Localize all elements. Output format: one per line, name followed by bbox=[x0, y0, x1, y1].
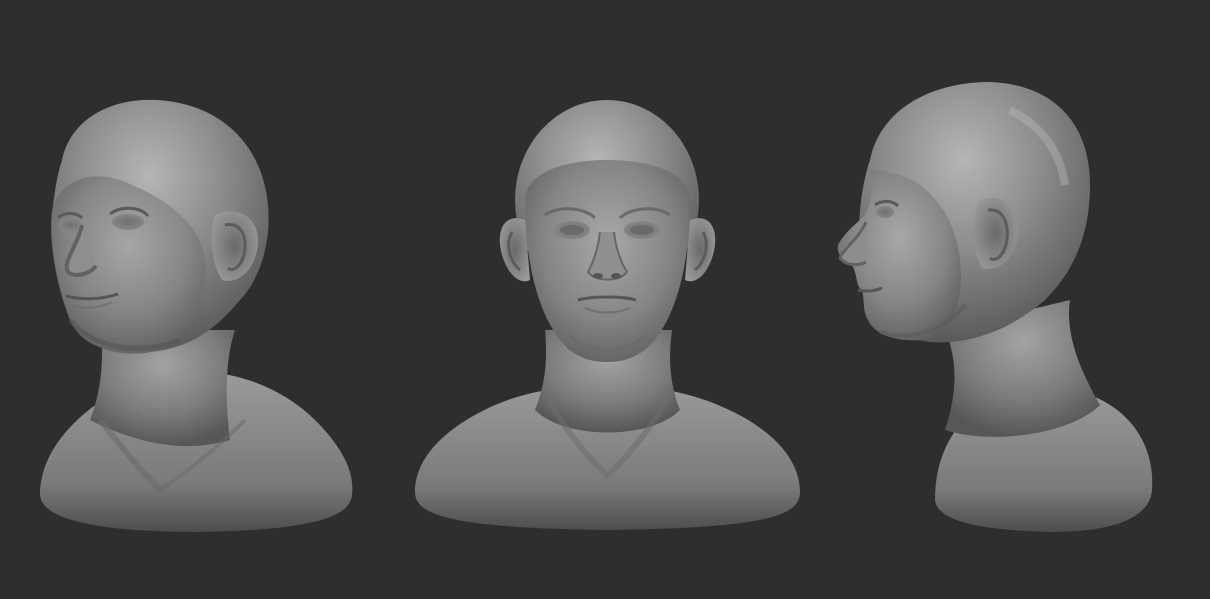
sculpt-scene bbox=[40, 82, 1153, 532]
head-front-view bbox=[415, 100, 800, 530]
ear-left bbox=[499, 218, 530, 282]
eye-right bbox=[112, 214, 144, 230]
ear-right bbox=[685, 218, 716, 282]
eye-left bbox=[58, 218, 82, 232]
viewport-canvas[interactable] bbox=[0, 0, 1210, 599]
head-profile-view bbox=[837, 82, 1153, 532]
eye bbox=[876, 206, 894, 218]
head-three-quarter-view bbox=[40, 99, 353, 532]
